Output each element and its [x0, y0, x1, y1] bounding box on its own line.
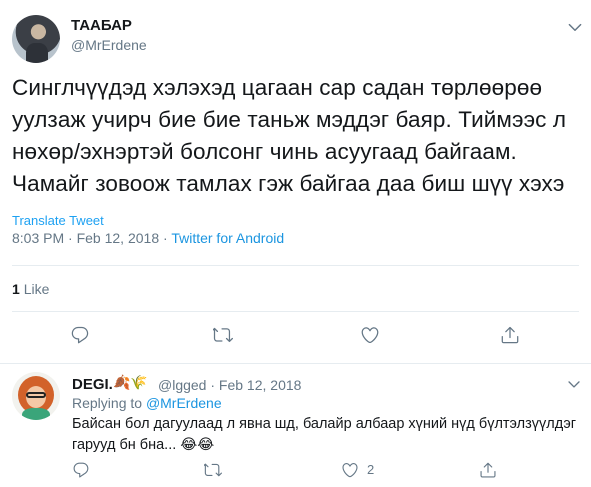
meta-separator: ·: [206, 377, 219, 393]
divider: [12, 311, 579, 312]
reply-like-count: 2: [367, 462, 375, 477]
reply-author-handle[interactable]: @lgged: [158, 377, 206, 393]
tweet-text: Синглчүүдэд хэлэхэд цагаан сар садан төр…: [12, 75, 567, 196]
reply-icon[interactable]: [72, 461, 92, 481]
tweet-meta: 8:03 PM · Feb 12, 2018 · Twitter for And…: [12, 230, 284, 246]
avatar-glasses: [26, 392, 46, 398]
reply-icon[interactable]: [70, 325, 90, 345]
share-icon[interactable]: [479, 461, 499, 481]
avatar-body: [22, 408, 50, 420]
retweet-icon[interactable]: [210, 325, 233, 345]
divider: [0, 363, 591, 364]
likes-number: 1: [12, 281, 20, 297]
replying-to: Replying to @MrErdene: [72, 395, 222, 411]
tweet-source-link[interactable]: Twitter for Android: [171, 230, 284, 246]
translate-tweet-link[interactable]: Translate Tweet: [12, 213, 104, 228]
retweet-icon[interactable]: [202, 461, 224, 481]
reply-name-emoji: 🍂🌾: [113, 374, 148, 390]
meta-separator: ·: [159, 230, 172, 246]
meta-separator: ·: [64, 230, 77, 246]
replying-to-link[interactable]: @MrErdene: [146, 395, 222, 411]
reply-author-meta: @lgged · Feb 12, 2018: [158, 377, 301, 393]
chevron-down-icon[interactable]: [566, 376, 582, 392]
chevron-down-icon[interactable]: [566, 18, 584, 36]
reply-text: Байсан бол дагуулаад л явна шд, балайр а…: [72, 416, 577, 453]
replying-prefix: Replying to: [72, 395, 146, 411]
reply-date[interactable]: Feb 12, 2018: [219, 377, 302, 393]
author-handle[interactable]: @MrErdene: [71, 37, 147, 53]
tweet-date[interactable]: Feb 12, 2018: [77, 230, 160, 246]
reply-author-name[interactable]: DEGI.: [72, 376, 113, 393]
likes-label: Like: [23, 281, 50, 297]
likes-count[interactable]: 1 Like: [12, 281, 49, 297]
reply-avatar[interactable]: [12, 372, 60, 420]
author-name[interactable]: ТААБАР: [71, 17, 132, 34]
divider: [12, 265, 579, 266]
tweet-time[interactable]: 8:03 PM: [12, 230, 64, 246]
author-avatar[interactable]: [12, 15, 60, 63]
heart-icon[interactable]: [341, 461, 361, 481]
share-icon[interactable]: [500, 325, 520, 345]
heart-icon[interactable]: [360, 325, 380, 345]
